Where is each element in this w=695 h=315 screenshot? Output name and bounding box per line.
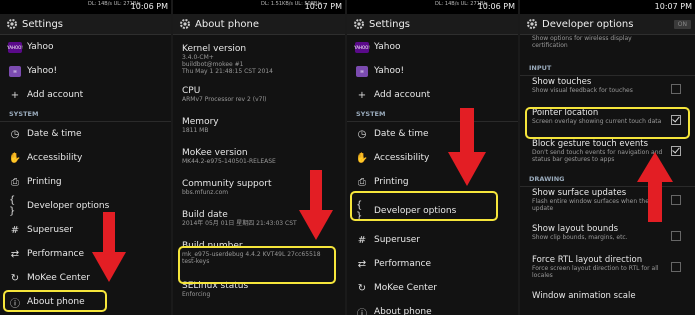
cpu-row[interactable]: CPU ARMv7 Processor rev 2 (v7l)	[173, 85, 345, 116]
item-date-time[interactable]: ◷ Date & time	[0, 122, 171, 146]
item-accessibility[interactable]: ✋ Accessibility	[0, 146, 171, 170]
wireless-display-row[interactable]: Show options for wireless display certif…	[520, 35, 695, 61]
show-layout-bounds-row[interactable]: Show layout bounds Show clip bounds, marg…	[520, 223, 695, 254]
add-account[interactable]: + Add account	[347, 83, 518, 107]
page-title: Developer options	[542, 18, 634, 30]
kernel-version-row[interactable]: Kernel version 3.4.0-CM+ buildbot@mokee #…	[173, 43, 345, 85]
settings-screen-2: DL: 14B/s UL: 271B/s 10:06 PM Settings Y…	[347, 0, 518, 315]
yahoo-mail-icon: ✉	[356, 65, 368, 77]
item-accessibility[interactable]: ✋ Accessibility	[347, 146, 518, 170]
item-date-time[interactable]: ◷ Date & time	[347, 122, 518, 146]
show-touches-row[interactable]: Show touches Show visual feedback for tou…	[520, 76, 695, 107]
account-yahoo[interactable]: YAHOO! Yahoo	[0, 35, 171, 59]
settings-screen-1: DL: 14B/s UL: 271B/s 10:06 PM Settings Y…	[0, 0, 171, 315]
item-mokee-center[interactable]: ↻ MoKee Center	[347, 276, 518, 300]
hash-icon: #	[357, 234, 367, 246]
plus-icon: +	[357, 89, 367, 101]
system-header: SYSTEM	[347, 107, 518, 122]
plus-icon: +	[10, 89, 20, 101]
system-header: SYSTEM	[0, 107, 171, 122]
page-title: Settings	[22, 18, 64, 30]
layout-bounds-checkbox[interactable]	[671, 231, 681, 241]
yahoo-mail-icon: ✉	[9, 65, 21, 77]
action-bar: About phone	[173, 14, 345, 35]
developer-options-screen: 10:07 PM Developer options ON Show optio…	[520, 0, 695, 315]
printer-icon: ⎙	[11, 176, 19, 188]
yahoo-icon: YAHOO!	[354, 41, 370, 53]
yahoo-icon: YAHOO!	[7, 41, 23, 53]
item-performance[interactable]: ⇄ Performance	[0, 242, 171, 266]
status-clock: 10:07 PM	[654, 2, 692, 11]
action-bar: Settings	[0, 14, 171, 35]
about-phone-screen: DL: 1.51KB/s UL: 508B/s 10:07 PM About p…	[173, 0, 345, 315]
status-clock: 10:07 PM	[304, 2, 342, 11]
refresh-icon: ↻	[357, 282, 367, 294]
arrows-icon: ⇄	[357, 258, 367, 270]
red-arrow-up-icon	[637, 152, 673, 222]
status-clock: 10:06 PM	[477, 2, 515, 11]
show-touches-checkbox[interactable]	[671, 84, 681, 94]
add-account[interactable]: + Add account	[0, 83, 171, 107]
item-developer-options[interactable]: { } Developer options	[0, 194, 171, 218]
status-clock: 10:06 PM	[130, 2, 168, 11]
red-arrow-down-icon	[448, 108, 486, 186]
page-title: About phone	[195, 18, 260, 30]
highlight-about-phone	[3, 290, 107, 312]
arrows-icon: ⇄	[10, 248, 20, 260]
memory-row[interactable]: Memory 1811 MB	[173, 116, 345, 147]
settings-gear-icon	[180, 19, 190, 29]
printer-icon: ⎙	[358, 176, 366, 188]
item-printing[interactable]: ⎙ Printing	[0, 170, 171, 194]
item-superuser[interactable]: # Superuser	[347, 228, 518, 252]
account-yahoo[interactable]: YAHOO! Yahoo	[347, 35, 518, 59]
clock-icon: ◷	[357, 128, 367, 140]
item-superuser[interactable]: # Superuser	[0, 218, 171, 242]
window-animation-row[interactable]: Window animation scale	[520, 290, 695, 315]
refresh-icon: ↻	[10, 272, 20, 284]
settings-gear-icon	[7, 19, 17, 29]
status-bar: DL: 14B/s UL: 271B/s 10:06 PM	[0, 0, 171, 14]
action-bar: Settings	[347, 14, 518, 35]
account-yahoo-mail[interactable]: ✉ Yahoo!	[0, 59, 171, 83]
page-title: Settings	[369, 18, 411, 30]
action-bar: Developer options ON	[520, 14, 695, 35]
highlight-developer-options	[350, 191, 498, 221]
item-mokee-center[interactable]: ↻ MoKee Center	[0, 266, 171, 290]
braces-icon: { }	[9, 195, 16, 217]
account-yahoo-mail[interactable]: ✉ Yahoo!	[347, 59, 518, 83]
hash-icon: #	[10, 224, 20, 236]
highlight-pointer-location	[525, 107, 690, 139]
force-rtl-checkbox[interactable]	[671, 262, 681, 272]
status-bar: DL: 14B/s UL: 271B/s 10:06 PM	[347, 0, 518, 14]
info-icon: ⓘ	[357, 308, 367, 315]
input-header: INPUT	[520, 61, 695, 76]
hand-icon: ✋	[8, 152, 22, 164]
status-bar: DL: 1.51KB/s UL: 508B/s 10:07 PM	[173, 0, 345, 14]
item-performance[interactable]: ⇄ Performance	[347, 252, 518, 276]
developer-toggle[interactable]: ON	[673, 19, 691, 29]
force-rtl-row[interactable]: Force RTL layout direction Force screen l…	[520, 254, 695, 290]
highlight-build-number	[178, 246, 336, 284]
settings-gear-icon	[354, 19, 364, 29]
selinux-status-row[interactable]: SELinux status Enforcing	[173, 280, 345, 311]
red-arrow-down-icon	[92, 212, 126, 282]
item-about-phone[interactable]: ⓘ About phone	[347, 300, 518, 315]
clock-icon: ◷	[10, 128, 20, 140]
status-bar: 10:07 PM	[520, 0, 695, 14]
hand-icon: ✋	[355, 152, 369, 164]
red-arrow-down-icon	[299, 170, 333, 240]
settings-gear-icon	[527, 19, 537, 29]
